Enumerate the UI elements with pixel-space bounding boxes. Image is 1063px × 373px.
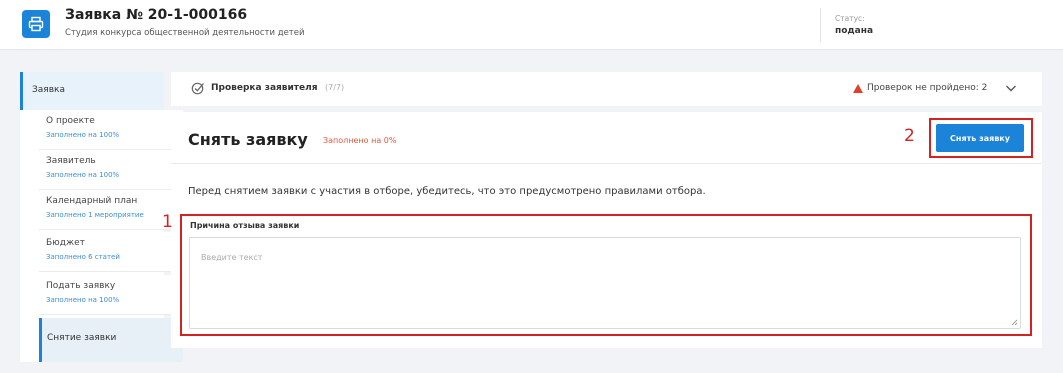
annotation-marker-1: 1 bbox=[162, 212, 173, 232]
sidebar-item-label: О проекте bbox=[46, 116, 95, 126]
sidebar-item-submit[interactable]: Подать заявку Заполнено на 100% bbox=[39, 275, 183, 315]
warning-icon bbox=[853, 84, 863, 93]
sidebar-item-label: Подать заявку bbox=[46, 281, 116, 291]
sidebar-item-withdraw[interactable]: Снятие заявки bbox=[39, 318, 183, 362]
sidebar: Заявка О проекте Заполнено на 100% Заяви… bbox=[20, 72, 183, 362]
page-title: Заявка № 20-1-000166 bbox=[65, 7, 248, 23]
page-subtitle: Студия конкурса общественной деятельност… bbox=[65, 28, 305, 38]
printer-icon bbox=[22, 10, 50, 38]
reason-textarea[interactable]: Введите текст bbox=[189, 237, 1021, 329]
status-label: Статус: bbox=[835, 14, 865, 23]
sidebar-item-label: Заявитель bbox=[46, 156, 96, 166]
sidebar-item-progress: Заполнено на 100% bbox=[46, 131, 120, 139]
applicant-check-bar[interactable]: Проверка заявителя (7/7) Проверок не про… bbox=[171, 72, 1042, 106]
top-header: Заявка № 20-1-000166 Студия конкурса общ… bbox=[0, 0, 1063, 50]
sidebar-item-label: Бюджет bbox=[46, 238, 85, 248]
card-title: Снять заявку bbox=[188, 130, 308, 149]
check-warning: Проверок не пройдено: 2 bbox=[867, 83, 988, 93]
annotation-marker-2: 2 bbox=[904, 126, 915, 146]
check-title: Проверка заявителя bbox=[211, 83, 318, 93]
fill-progress: Заполнено на 0% bbox=[323, 136, 397, 145]
info-text: Перед снятием заявки с участия в отборе,… bbox=[188, 186, 706, 197]
reason-label: Причина отзыва заявки bbox=[190, 221, 300, 230]
status-divider bbox=[820, 8, 821, 42]
status-value: подана bbox=[835, 26, 874, 36]
check-circle-icon bbox=[191, 82, 204, 95]
chevron-down-icon[interactable] bbox=[1005, 83, 1017, 93]
card-header: Снять заявку Заполнено на 0% 2 Снять зая… bbox=[171, 112, 1042, 164]
sidebar-header-label: Заявка bbox=[32, 85, 65, 95]
sidebar-item-progress: Заполнено на 100% bbox=[46, 171, 120, 179]
check-count: (7/7) bbox=[325, 83, 345, 92]
sidebar-item-progress: Заполнено 6 статей bbox=[46, 253, 120, 261]
sidebar-item-about[interactable]: О проекте Заполнено на 100% bbox=[39, 110, 183, 150]
resize-handle-icon[interactable] bbox=[1011, 319, 1018, 326]
sidebar-item-label: Календарный план bbox=[46, 196, 138, 206]
sidebar-header[interactable]: Заявка bbox=[20, 72, 164, 110]
sidebar-item-applicant[interactable]: Заявитель Заполнено на 100% bbox=[39, 150, 183, 190]
sidebar-item-progress: Заполнено на 100% bbox=[46, 296, 120, 304]
reason-placeholder: Введите текст bbox=[201, 253, 263, 262]
sidebar-item-label: Снятие заявки bbox=[47, 333, 117, 343]
sidebar-item-budget[interactable]: Бюджет Заполнено 6 статей bbox=[39, 232, 183, 272]
sidebar-item-progress: Заполнено 1 мероприятие bbox=[46, 211, 144, 219]
withdraw-button[interactable]: Снять заявку bbox=[936, 124, 1024, 152]
